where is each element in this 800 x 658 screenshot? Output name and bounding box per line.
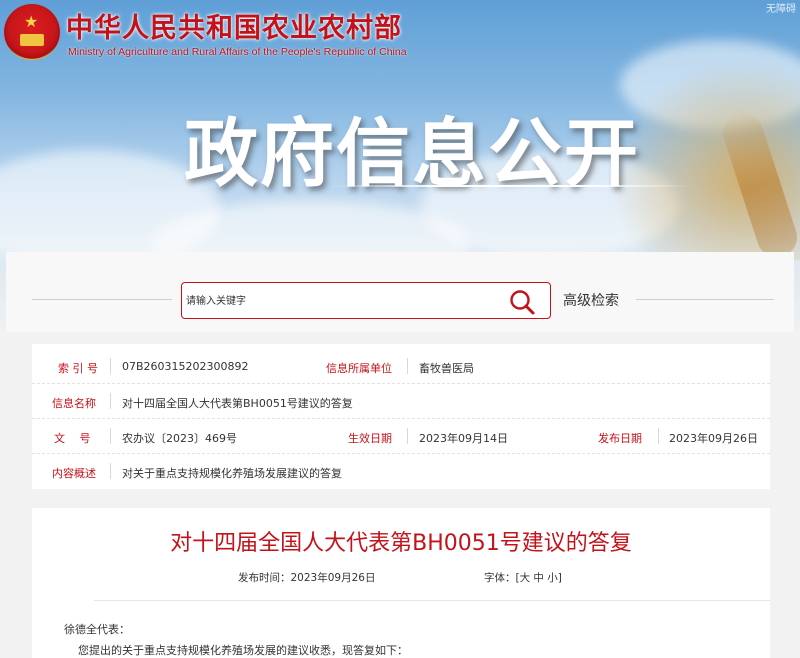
publish-date-label: 发布日期 (598, 432, 642, 445)
gate-icon (20, 34, 44, 46)
dept-label: 信息所属单位 (326, 362, 392, 375)
banner-divider (330, 185, 690, 187)
search-box (181, 282, 551, 319)
font-size-controls[interactable]: 字体：[大 中 小] (484, 570, 562, 585)
accessibility-link[interactable]: 无障碍 (766, 0, 796, 15)
divider (407, 358, 408, 374)
divider (32, 299, 172, 300)
star-icon: ★ (24, 12, 39, 31)
dept-value: 畜牧兽医局 (419, 362, 474, 375)
name-value: 对十四届全国人大代表第BH0051号建议的答复 (122, 397, 353, 410)
info-row: 索 引 号 07B260315202300892 信息所属单位 畜牧兽医局 (32, 349, 770, 384)
info-row: 信息名称 对十四届全国人大代表第BH0051号建议的答复 (32, 384, 770, 419)
article-title: 对十四届全国人大代表第BH0051号建议的答复 (170, 531, 632, 556)
divider (636, 299, 774, 300)
search-input[interactable] (186, 289, 496, 313)
divider (110, 463, 111, 479)
info-row: 内容概述 对关于重点支持规模化养殖场发展建议的答复 (32, 454, 770, 489)
divider (110, 393, 111, 409)
effective-date-label: 生效日期 (348, 432, 392, 445)
article: 对十四届全国人大代表第BH0051号建议的答复 发布时间：2023年09月26日… (32, 508, 770, 658)
doc-number-label: 文 号 (54, 432, 91, 445)
divider (110, 428, 111, 444)
info-row: 文 号 农办议〔2023〕469号 生效日期 2023年09月14日 发布日期 … (32, 419, 770, 454)
divider (658, 428, 659, 444)
summary-label: 内容概述 (52, 467, 96, 480)
index-label: 索 引 号 (58, 362, 98, 375)
salutation: 徐德全代表： (64, 623, 130, 636)
divider (110, 358, 111, 374)
divider (407, 428, 408, 444)
advanced-search-link[interactable]: 高级检索 (563, 290, 619, 310)
ministry-name-en: Ministry of Agriculture and Rural Affair… (68, 46, 407, 58)
name-label: 信息名称 (52, 397, 96, 410)
divider (94, 600, 770, 601)
publish-time: 发布时间：2023年09月26日 (238, 572, 376, 584)
info-table: 索 引 号 07B260315202300892 信息所属单位 畜牧兽医局 信息… (32, 344, 770, 489)
effective-date-value: 2023年09月14日 (419, 432, 508, 445)
ministry-name-cn[interactable]: 中华人民共和国农业农村部 (66, 6, 402, 45)
search-panel: 高级检索 (6, 252, 794, 332)
doc-number-value: 农办议〔2023〕469号 (122, 432, 237, 445)
index-value: 07B260315202300892 (122, 360, 249, 373)
national-emblem-logo[interactable]: ★ (4, 4, 60, 60)
publish-date-value: 2023年09月26日 (669, 432, 758, 445)
body-paragraph: 您提出的关于重点支持规模化养殖场发展的建议收悉，现答复如下： (78, 644, 408, 657)
search-icon[interactable] (508, 288, 536, 316)
summary-value: 对关于重点支持规模化养殖场发展建议的答复 (122, 467, 342, 480)
